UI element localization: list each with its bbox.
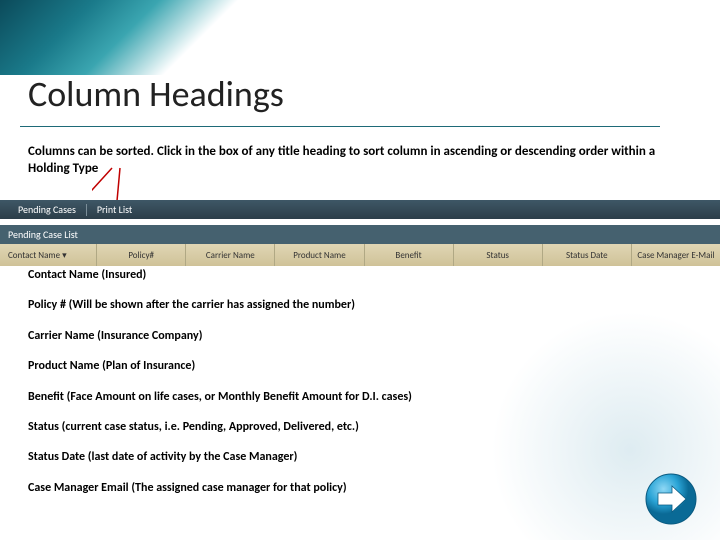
col-status-date[interactable]: Status Date — [543, 244, 632, 266]
def-status-date: Status Date (last date of activity by th… — [28, 450, 688, 464]
def-case-manager: Case Manager Email (The assigned case ma… — [28, 481, 688, 495]
def-benefit: Benefit (Face Amount on life cases, or M… — [28, 390, 688, 404]
section-header: Pending Case List — [0, 225, 720, 244]
next-button[interactable] — [644, 472, 698, 526]
definitions-list: Contact Name (Insured) Policy # (Will be… — [28, 268, 688, 511]
def-policy: Policy # (Will be shown after the carrie… — [28, 298, 688, 312]
col-case-manager[interactable]: Case Manager E-Mail — [632, 244, 720, 266]
def-contact-name: Contact Name (Insured) — [28, 268, 688, 282]
col-carrier[interactable]: Carrier Name — [186, 244, 275, 266]
tab-pending-cases[interactable]: Pending Cases — [8, 203, 86, 216]
slide-title: Column Headings — [28, 76, 284, 112]
col-contact-name[interactable]: Contact Name ▾ — [0, 244, 97, 266]
intro-text: Columns can be sorted. Click in the box … — [28, 144, 688, 178]
embedded-screenshot: Pending Cases Print List Pending Case Li… — [0, 200, 720, 266]
col-policy[interactable]: Policy# — [97, 244, 186, 266]
tab-print-list[interactable]: Print List — [87, 203, 142, 216]
corner-decoration — [0, 0, 720, 75]
tab-bar: Pending Cases Print List — [0, 200, 720, 219]
title-underline — [20, 126, 660, 127]
def-product: Product Name (Plan of Insurance) — [28, 359, 688, 373]
column-header-row: Contact Name ▾ Policy# Carrier Name Prod… — [0, 244, 720, 266]
def-status: Status (current case status, i.e. Pendin… — [28, 420, 688, 434]
slide: Column Headings Columns can be sorted. C… — [0, 0, 720, 540]
col-status[interactable]: Status — [454, 244, 543, 266]
col-product[interactable]: Product Name — [275, 244, 364, 266]
arrow-right-icon — [644, 472, 698, 526]
col-benefit[interactable]: Benefit — [365, 244, 454, 266]
def-carrier: Carrier Name (Insurance Company) — [28, 329, 688, 343]
